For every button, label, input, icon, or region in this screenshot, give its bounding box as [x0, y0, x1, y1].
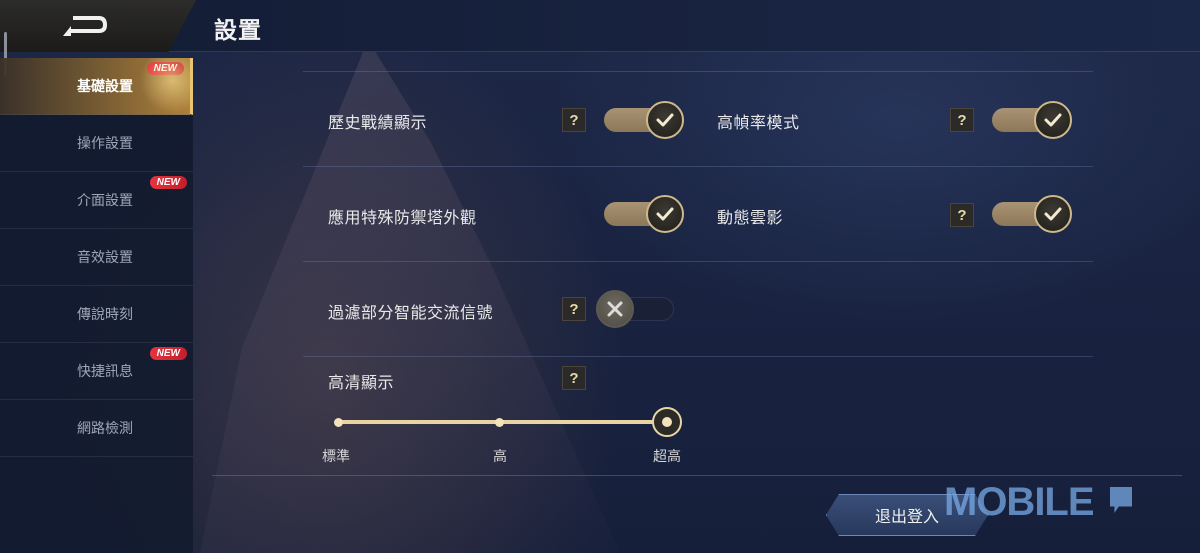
sidebar-item-label: 快捷訊息 [77, 364, 133, 380]
sidebar-item-basic[interactable]: 基礎設置 NEW [0, 58, 193, 115]
sidebar-item-label: 基礎設置 [77, 79, 133, 95]
high-fps-help-icon[interactable]: ? [950, 108, 974, 132]
hd-display-slider-thumb[interactable] [652, 407, 682, 437]
close-icon [596, 290, 634, 328]
sidebar-item-controls[interactable]: 操作設置 [0, 115, 193, 172]
filter-signals-label: 過濾部分智能交流信號 [328, 303, 494, 322]
watermark-logo: MOBILE [944, 480, 1095, 524]
filter-signals-help-icon[interactable]: ? [562, 297, 586, 321]
top-bar: 設置 [0, 0, 1200, 52]
slider-label-high: 高 [493, 449, 507, 465]
page-title: 設置 [214, 18, 262, 44]
sidebar-item-network-test[interactable]: 網路檢測 [0, 400, 193, 457]
sidebar-item-sound[interactable]: 音效設置 [0, 229, 193, 286]
hd-display-help-icon[interactable]: ? [562, 366, 586, 390]
sidebar: 基礎設置 NEW 操作設置 介面設置 NEW 音效設置 傳說時刻 快捷訊息 NE… [0, 58, 193, 553]
sidebar-item-label: 操作設置 [77, 136, 133, 152]
slider-label-standard: 標準 [322, 449, 350, 465]
sidebar-item-quick-messages[interactable]: 快捷訊息 NEW [0, 343, 193, 400]
cloud-shadow-label: 動態雲影 [717, 208, 784, 227]
new-badge: NEW [149, 176, 187, 189]
history-toggle[interactable] [604, 101, 684, 139]
new-badge: NEW [146, 62, 184, 75]
back-arrow-icon [63, 16, 107, 36]
sidebar-item-label: 網路檢測 [77, 421, 133, 437]
cloud-shadow-help-icon[interactable]: ? [950, 203, 974, 227]
row-divider [303, 71, 1093, 72]
check-icon [1034, 195, 1072, 233]
footer-divider [212, 475, 1182, 476]
high-fps-toggle[interactable] [992, 101, 1072, 139]
filter-signals-toggle[interactable] [596, 290, 676, 328]
sidebar-item-interface[interactable]: 介面設置 NEW [0, 172, 193, 229]
sidebar-item-label: 傳說時刻 [77, 307, 133, 323]
cloud-shadow-toggle[interactable] [992, 195, 1072, 233]
hd-display-label: 高清顯示 [328, 373, 395, 392]
slider-label-ultra: 超高 [653, 449, 681, 465]
row-divider [303, 166, 1093, 167]
tower-skin-toggle[interactable] [604, 195, 684, 233]
tower-skin-label: 應用特殊防禦塔外觀 [328, 208, 477, 227]
back-button[interactable] [0, 0, 196, 52]
check-icon [1034, 101, 1072, 139]
slider-stop-standard[interactable] [334, 418, 343, 427]
row-divider [303, 356, 1093, 357]
sidebar-item-label: 介面設置 [77, 193, 133, 209]
slider-stop-high[interactable] [495, 418, 504, 427]
check-icon [646, 101, 684, 139]
sidebar-item-legend-moments[interactable]: 傳說時刻 [0, 286, 193, 343]
history-label: 歷史戰績顯示 [328, 113, 428, 132]
history-help-icon[interactable]: ? [562, 108, 586, 132]
sidebar-item-label: 音效設置 [77, 250, 133, 266]
high-fps-label: 高幀率模式 [717, 113, 800, 132]
row-divider [303, 261, 1093, 262]
new-badge: NEW [149, 347, 187, 360]
check-icon [646, 195, 684, 233]
logout-button-label: 退出登入 [874, 507, 939, 526]
